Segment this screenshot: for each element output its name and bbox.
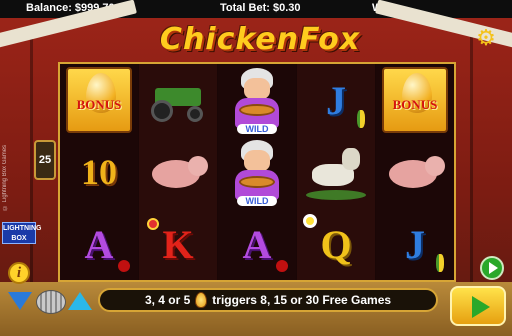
bonus-egg-icon [195,292,208,308]
bonus-label: BONUS [76,97,122,112]
game-logo: ChickenFox [159,22,361,57]
tractor-wheel2 [187,106,203,122]
ribbon-icon [147,218,159,230]
coin-stack-icon[interactable] [36,290,66,314]
pig-symbol [385,152,445,192]
copyright-text: © Lightning Box Games [2,144,8,210]
bonus-egg-symbol: BONUS [66,67,132,133]
granny-wild-symbol: WILD [227,66,287,134]
reels-grid: BONUS 10 A K WILD WILD A J Q BONUS J [58,62,456,282]
tractor-wheel1 [151,100,173,122]
granny-face [244,78,270,100]
card-symbol-10: 10 [81,152,117,192]
bonus-egg-symbol: BONUS [382,67,448,133]
lantern-counter: 25 [34,140,56,180]
reel-cell: 10 [60,136,138,208]
play-icon [489,262,498,274]
reel-cell: WILD [218,136,296,208]
reel-cell [297,136,375,208]
banner-prefix: 3, 4 or 5 [144,293,191,307]
bet-increase-button[interactable] [68,292,92,310]
info-button[interactable]: i [8,262,30,284]
reel-cell: J [297,64,375,136]
granny-wild-symbol: WILD [227,138,287,206]
message-banner: 3, 4 or 5 triggers 8, 15 or 30 Free Game… [98,288,438,312]
goat-symbol [306,144,366,200]
pig-symbol [148,152,208,192]
barn-plank [470,36,473,306]
card-symbol-q: Q [320,221,352,267]
settings-gear-icon[interactable]: ⚙ [474,26,498,50]
bonus-label: BONUS [392,97,438,112]
reel-cell: BONUS [60,64,138,136]
reel-cell [376,136,454,208]
spin-play-icon [472,296,490,318]
provider-logo: LIGHTNING BOX [2,222,42,244]
reel-cell [139,64,217,136]
reel-cell: A [60,208,138,280]
reel-cell: BONUS [376,64,454,136]
card-symbol-j: J [326,77,346,123]
cherry-icon [118,260,130,272]
reel-cell: J [376,208,454,280]
granny-pie [239,176,275,188]
reel-3: WILD WILD A [218,64,296,280]
card-symbol-a: A [84,221,114,267]
goat-part [306,190,366,200]
pig-part [188,156,208,176]
reel-4: JQ [297,64,375,280]
card-symbol-j: J [405,221,425,267]
banner-suffix: triggers 8, 15 or 30 Free Games [212,293,392,307]
reel-2: K [139,64,217,280]
reel-5: BONUS J [376,64,454,280]
autoplay-button[interactable] [480,256,504,280]
flower-icon [303,214,317,228]
reel-cell: WILD [218,64,296,136]
reel-cell: Q [297,208,375,280]
goat-part [342,148,360,170]
granny-face [244,150,270,172]
spin-button[interactable] [450,286,506,326]
granny-pie [239,104,275,116]
total-bet-display: Total Bet: $0.30 [220,2,301,14]
card-symbol-a: A [242,221,272,267]
pig-part [425,156,445,176]
tractor-symbol [149,80,207,122]
corn-icon [436,254,444,272]
barn-plank [30,36,33,306]
wild-label: WILD [237,124,277,134]
card-symbol-k: K [162,221,194,267]
corn-icon [357,110,365,128]
bet-decrease-button[interactable] [8,292,32,310]
reel-cell: K [139,208,217,280]
reel-cell: A [218,208,296,280]
reel-cell [139,136,217,208]
reel-1: BONUS 10 A [60,64,138,280]
cherry-icon [276,260,288,272]
wild-label: WILD [237,196,277,206]
